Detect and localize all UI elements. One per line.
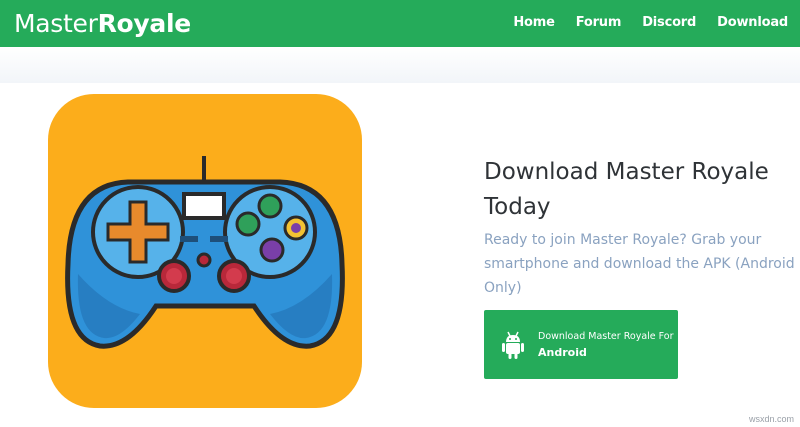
gamepad-icon bbox=[65, 156, 345, 349]
main-nav: Home Forum Discord Download bbox=[513, 15, 788, 30]
nav-link-home[interactable]: Home bbox=[513, 15, 555, 30]
download-button-line2: Android bbox=[538, 346, 587, 359]
header-shadow-band bbox=[0, 47, 800, 83]
top-navbar: MasterRoyale Home Forum Discord Download bbox=[0, 0, 800, 47]
hero-description: Ready to join Master Royale? Grab your s… bbox=[484, 232, 795, 296]
download-android-button[interactable]: Download Master Royale For Android bbox=[484, 310, 678, 379]
site-logo[interactable]: MasterRoyale bbox=[14, 9, 191, 38]
logo-text-royale: Royale bbox=[97, 9, 192, 38]
nav-link-discord[interactable]: Discord bbox=[642, 15, 696, 30]
nav-link-forum[interactable]: Forum bbox=[576, 15, 622, 30]
watermark-text: wsxdn.com bbox=[748, 414, 794, 424]
page-title: Download Master Royale Today bbox=[484, 159, 769, 220]
download-button-line1: Download Master Royale For bbox=[538, 331, 674, 342]
gamepad-app-icon bbox=[48, 94, 362, 408]
logo-text-master: Master bbox=[14, 9, 98, 38]
android-icon bbox=[502, 331, 524, 359]
nav-link-download[interactable]: Download bbox=[717, 15, 788, 30]
